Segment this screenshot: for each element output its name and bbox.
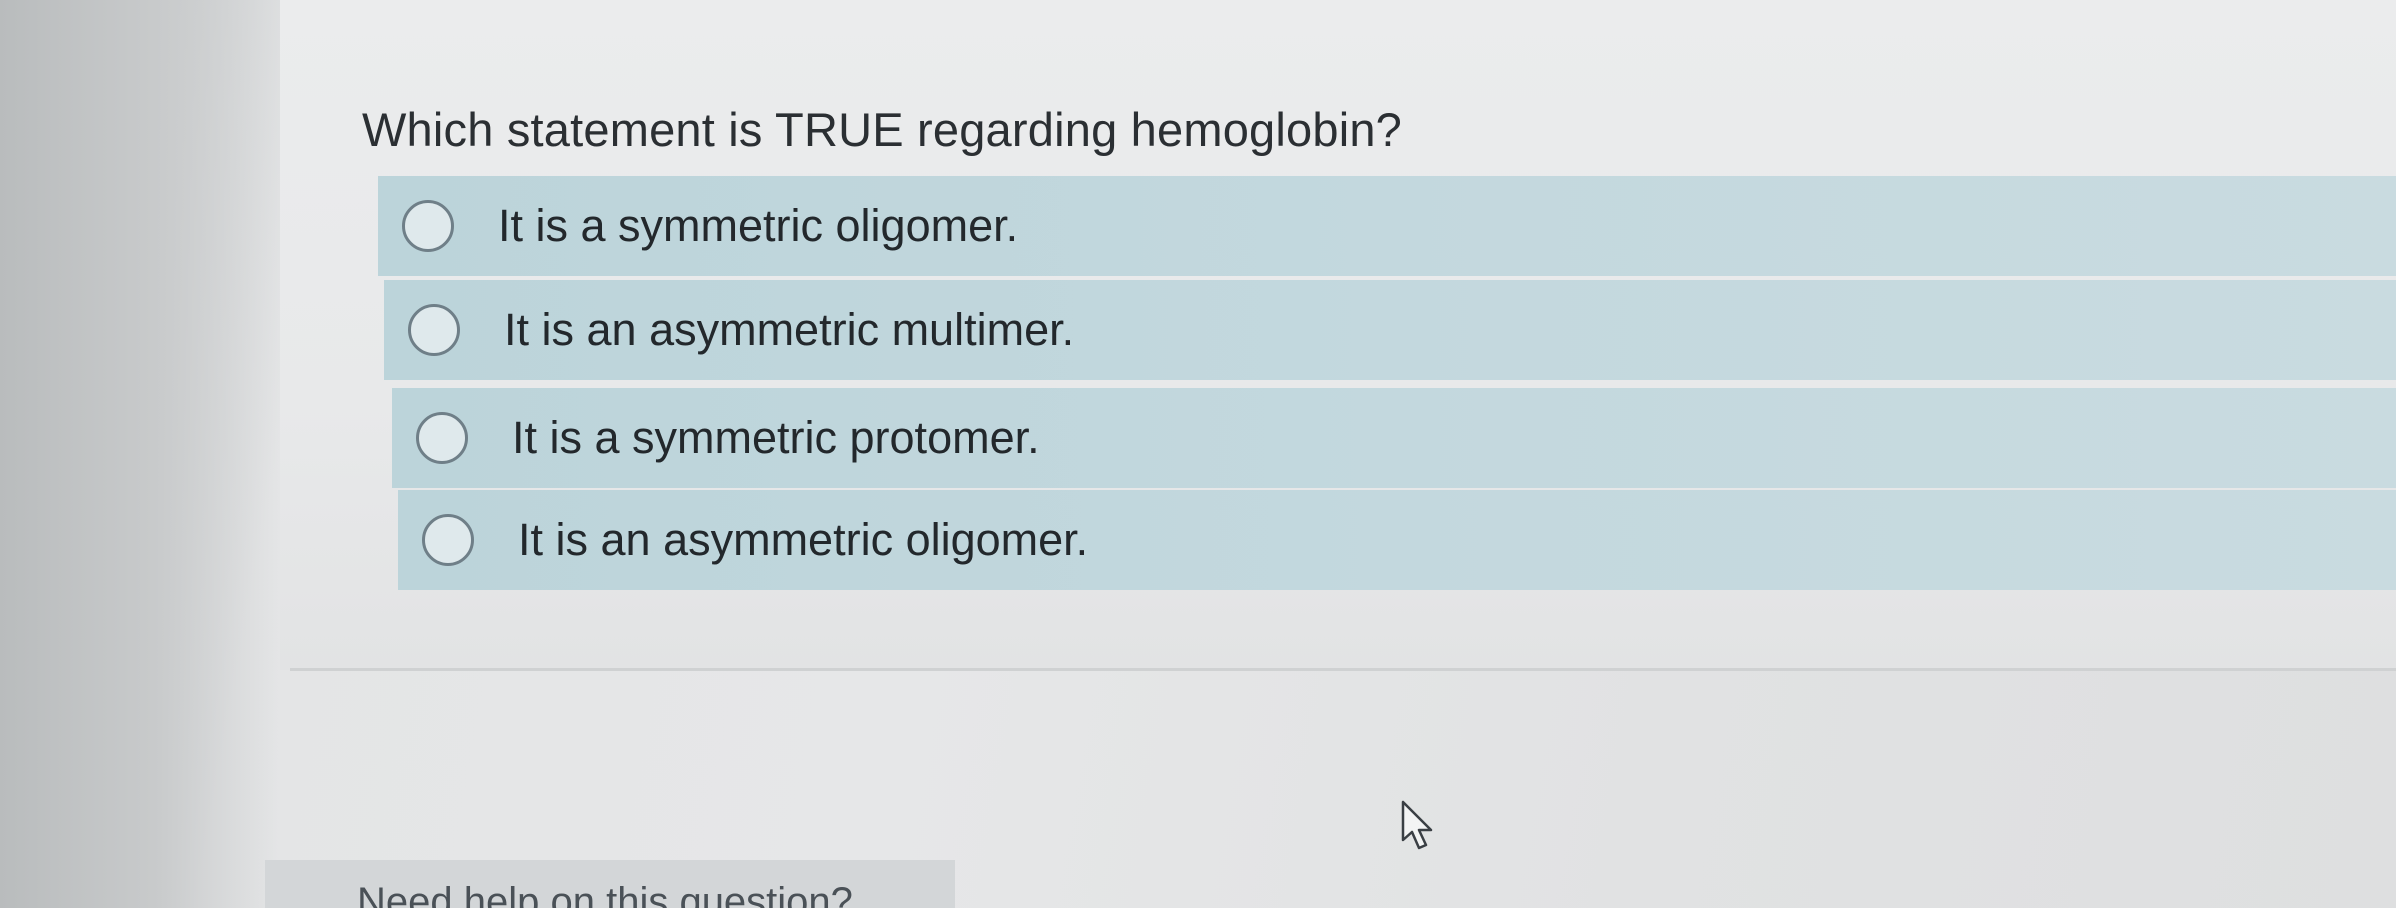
answer-option-label: It is an asymmetric multimer. — [504, 304, 1075, 355]
question-text: Which statement is TRUE regarding hemogl… — [362, 103, 1403, 156]
answer-option-3[interactable]: It is a symmetric protomer. — [392, 388, 2396, 488]
section-divider — [290, 668, 2396, 671]
answer-option-label: It is a symmetric oligomer. — [498, 200, 1019, 251]
background-shade — [0, 0, 280, 908]
help-button[interactable]: Need help on this question? — [265, 860, 955, 908]
answer-option-1[interactable]: It is a symmetric oligomer. — [378, 176, 2396, 276]
answer-option-4[interactable]: It is an asymmetric oligomer. — [398, 490, 2396, 590]
help-button-label: Need help on this question? — [357, 880, 853, 908]
radio-button-icon[interactable] — [422, 514, 474, 566]
radio-button-icon[interactable] — [408, 304, 460, 356]
radio-button-icon[interactable] — [416, 412, 468, 464]
mouse-pointer-icon — [1401, 800, 1433, 850]
answer-option-2[interactable]: It is an asymmetric multimer. — [384, 280, 2396, 380]
answer-option-label: It is a symmetric protomer. — [512, 412, 1040, 463]
radio-button-icon[interactable] — [402, 200, 454, 252]
answer-option-label: It is an asymmetric oligomer. — [518, 514, 1089, 565]
